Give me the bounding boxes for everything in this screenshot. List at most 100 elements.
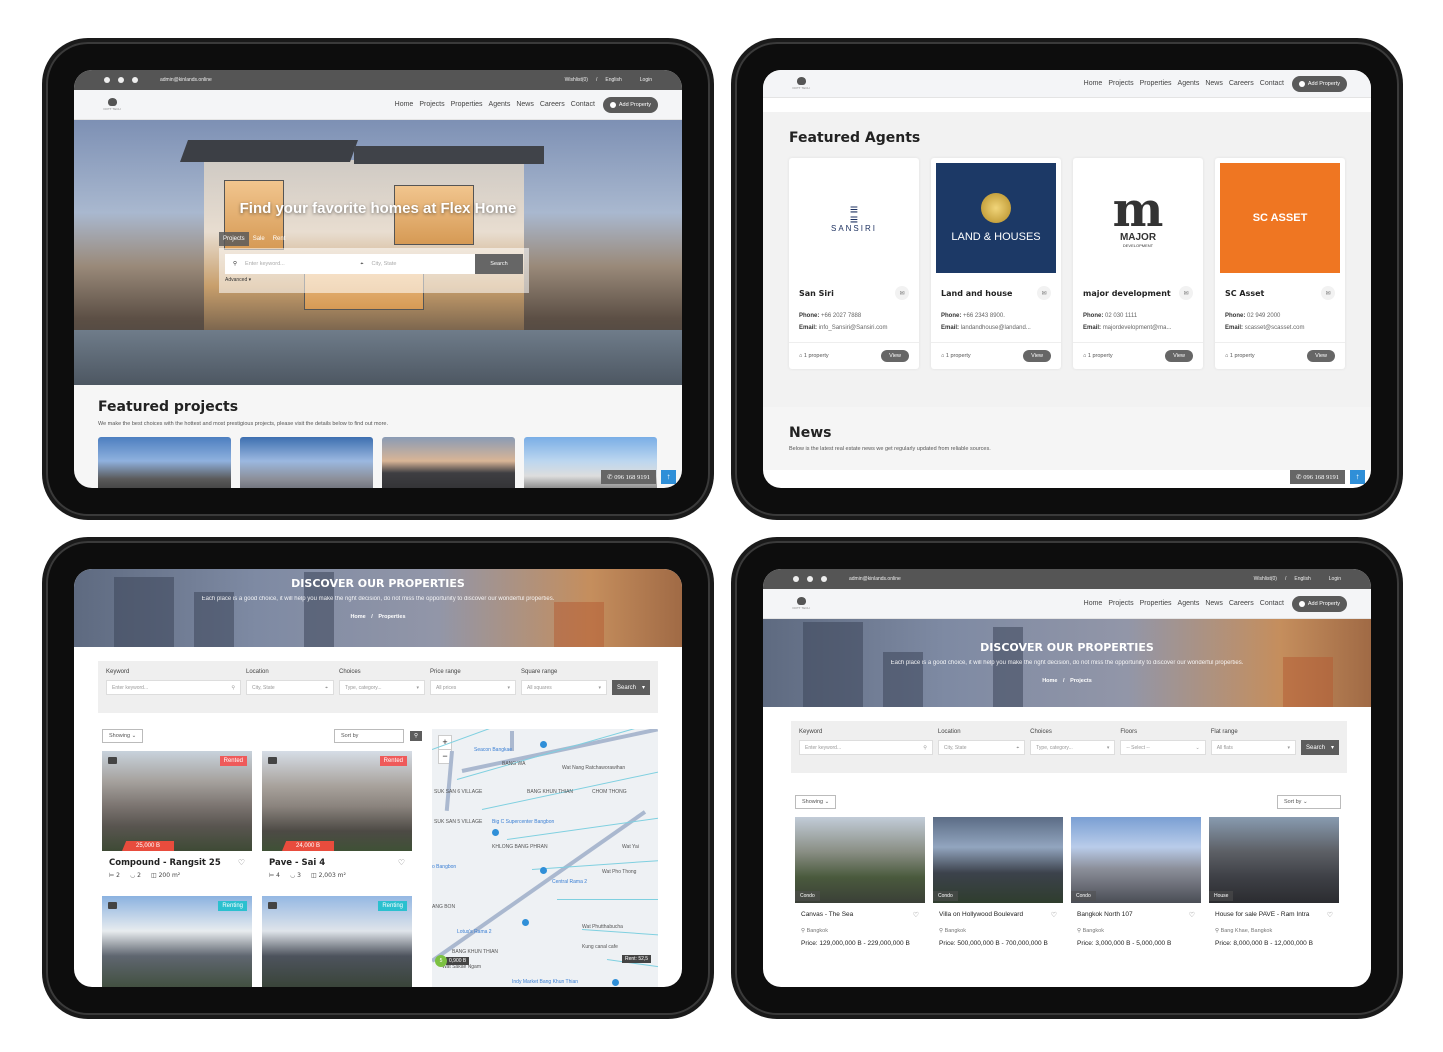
property-name[interactable]: Pave - Sai 4 xyxy=(269,858,325,868)
agent-name[interactable]: major development xyxy=(1083,289,1171,298)
map-pin-toggle[interactable]: ⚲ xyxy=(409,731,422,741)
breadcrumb-home[interactable]: Home xyxy=(350,614,365,620)
add-property-button[interactable]: Add Property xyxy=(1291,75,1347,92)
sort-select[interactable]: Sort by ⌄ xyxy=(1277,795,1341,809)
logo[interactable]: DOTT TECH xyxy=(787,73,815,95)
view-agent-button[interactable]: View xyxy=(1023,350,1051,362)
wishlist-link[interactable]: Wishlist(0) xyxy=(1254,576,1277,582)
map-poi-icon[interactable] xyxy=(522,919,529,926)
agent-name[interactable]: Land and house xyxy=(941,289,1012,298)
agent-name[interactable]: SC Asset xyxy=(1225,289,1264,298)
flat-range-select[interactable]: All flats ▾ xyxy=(1210,740,1296,755)
keyword-input[interactable]: Enter keyword... ⚲ xyxy=(106,680,241,695)
project-card[interactable]: Condo Villa on Hollywood Boulevard ♡ ⚲ Ba… xyxy=(933,817,1063,957)
property-image[interactable]: Renting xyxy=(262,896,412,987)
heart-icon[interactable]: ♡ xyxy=(238,858,245,867)
location-input[interactable]: City, State ⌖ xyxy=(937,740,1026,755)
agent-email[interactable]: majordevelopment@ma... xyxy=(1103,325,1172,331)
add-property-button[interactable]: Add Property xyxy=(1291,595,1347,612)
project-thumb[interactable] xyxy=(98,437,231,488)
nav-news[interactable]: News xyxy=(1205,600,1223,607)
property-card[interactable]: Renting xyxy=(262,896,412,987)
heart-icon[interactable]: ♡ xyxy=(1189,911,1195,919)
facebook-icon[interactable] xyxy=(104,77,110,83)
admin-email[interactable]: admin@kinlands.online xyxy=(849,576,901,582)
agent-card[interactable]: SC ASSET SC Asset ✉ Phone: 02 949 2000 Ema… xyxy=(1215,158,1345,369)
nav-home[interactable]: Home xyxy=(395,101,414,108)
breadcrumb-home[interactable]: Home xyxy=(1042,678,1057,684)
nav-contact[interactable]: Contact xyxy=(1260,80,1284,87)
nav-projects[interactable]: Projects xyxy=(419,101,444,108)
nav-home[interactable]: Home xyxy=(1084,600,1103,607)
login-link[interactable]: Login xyxy=(1329,576,1341,582)
advanced-toggle[interactable]: Advanced ▾ xyxy=(225,277,523,283)
project-thumb[interactable] xyxy=(240,437,373,488)
mail-icon[interactable]: ✉ xyxy=(895,286,909,300)
view-agent-button[interactable]: View xyxy=(881,350,909,362)
project-card[interactable]: House House for sale PAVE - Ram Intra ♡ ⚲… xyxy=(1209,817,1339,957)
nav-properties[interactable]: Properties xyxy=(1140,80,1172,87)
logo[interactable]: DOTT TECH xyxy=(787,593,815,615)
youtube-icon[interactable] xyxy=(821,576,827,582)
view-agent-button[interactable]: View xyxy=(1307,350,1335,362)
choices-select[interactable]: Type, category... ▾ xyxy=(1030,740,1116,755)
nav-careers[interactable]: Careers xyxy=(540,101,565,108)
map-poi-icon[interactable] xyxy=(540,741,547,748)
project-card[interactable]: Condo Bangkok North 107 ♡ ⚲ Bangkok Price… xyxy=(1071,817,1201,957)
sort-select[interactable]: Sort by xyxy=(333,729,404,743)
facebook-icon[interactable] xyxy=(793,576,799,582)
mail-icon[interactable]: ✉ xyxy=(1179,286,1193,300)
phone-button[interactable]: ✆ 096 168 9191 xyxy=(1290,470,1345,484)
login-link[interactable]: Login xyxy=(640,77,652,83)
square-range-select[interactable]: All squares ▾ xyxy=(520,680,607,695)
project-thumb[interactable] xyxy=(382,437,515,488)
nav-projects[interactable]: Projects xyxy=(1108,600,1133,607)
project-image[interactable]: Condo xyxy=(795,817,925,903)
agent-email[interactable]: info_Sansiri@Sansiri.com xyxy=(819,325,888,331)
phone-button[interactable]: ✆ 096 168 9191 xyxy=(601,470,656,484)
agent-email[interactable]: landandhouse@landand... xyxy=(961,325,1031,331)
tab-projects[interactable]: Projects xyxy=(219,232,249,246)
map[interactable]: + − Seacon Bangkae BANG WA Wat Nang Ratchaw… xyxy=(432,729,658,987)
map-poi-icon[interactable] xyxy=(540,867,547,874)
agent-card[interactable]: m MAJOR DEVELOPMENT major development ✉ Pho… xyxy=(1073,158,1203,369)
tab-sale[interactable]: Sale xyxy=(249,232,269,246)
nav-careers[interactable]: Careers xyxy=(1229,80,1254,87)
view-agent-button[interactable]: View xyxy=(1165,350,1193,362)
nav-home[interactable]: Home xyxy=(1084,80,1103,87)
property-card[interactable]: Rented 24,000 B Pave - Sai 4 ♡ ⊨ 4 ◡ 3 ◫ 2,00… xyxy=(262,751,412,886)
location-input[interactable]: City, State ⌖ xyxy=(245,680,334,695)
search-button[interactable]: Search xyxy=(475,254,523,274)
agent-card[interactable]: LAND & HOUSES Land and house ✉ Phone: +66… xyxy=(931,158,1061,369)
nav-projects[interactable]: Projects xyxy=(1108,80,1133,87)
price-range-select[interactable]: All prices ▾ xyxy=(429,680,516,695)
twitter-icon[interactable] xyxy=(807,576,813,582)
keyword-input[interactable]: Enter keyword... xyxy=(245,261,285,267)
project-name[interactable]: House for sale PAVE - Ram Intra xyxy=(1215,911,1309,918)
agent-name[interactable]: San Siri xyxy=(799,289,834,298)
keyword-input[interactable]: Enter keyword... ⚲ xyxy=(799,740,933,755)
map-price-marker[interactable]: Rent: 52,5 xyxy=(622,955,652,963)
scroll-top-button[interactable]: ↑ xyxy=(661,470,676,484)
nav-properties[interactable]: Properties xyxy=(1140,600,1172,607)
map-price-marker[interactable]: 0,900 B xyxy=(446,957,470,965)
map-cluster-marker[interactable]: 5 xyxy=(435,955,447,967)
project-name[interactable]: Canvas - The Sea xyxy=(801,911,853,918)
project-name[interactable]: Bangkok North 107 xyxy=(1077,911,1133,918)
showing-select[interactable]: Showing ⌄ xyxy=(795,795,837,809)
project-image[interactable]: Condo xyxy=(933,817,1063,903)
logo[interactable]: DOTT TECH xyxy=(98,94,126,116)
nav-agents[interactable]: Agents xyxy=(489,101,511,108)
agent-card[interactable]: ≡ ≡ SANSIRI San Siri ✉ Phone: +66 2027 7888… xyxy=(789,158,919,369)
mail-icon[interactable]: ✉ xyxy=(1037,286,1051,300)
heart-icon[interactable]: ♡ xyxy=(1327,911,1333,919)
nav-properties[interactable]: Properties xyxy=(451,101,483,108)
nav-news[interactable]: News xyxy=(516,101,534,108)
choices-select[interactable]: Type, category... ▾ xyxy=(338,680,425,695)
property-image[interactable]: Renting xyxy=(102,896,252,987)
project-card[interactable]: Condo Canvas - The Sea ♡ ⚲ Bangkok Price:… xyxy=(795,817,925,957)
project-image[interactable]: House xyxy=(1209,817,1339,903)
language-select[interactable]: English xyxy=(1294,576,1310,582)
property-name[interactable]: Compound - Rangsit 25 xyxy=(109,858,221,868)
nav-careers[interactable]: Careers xyxy=(1229,600,1254,607)
